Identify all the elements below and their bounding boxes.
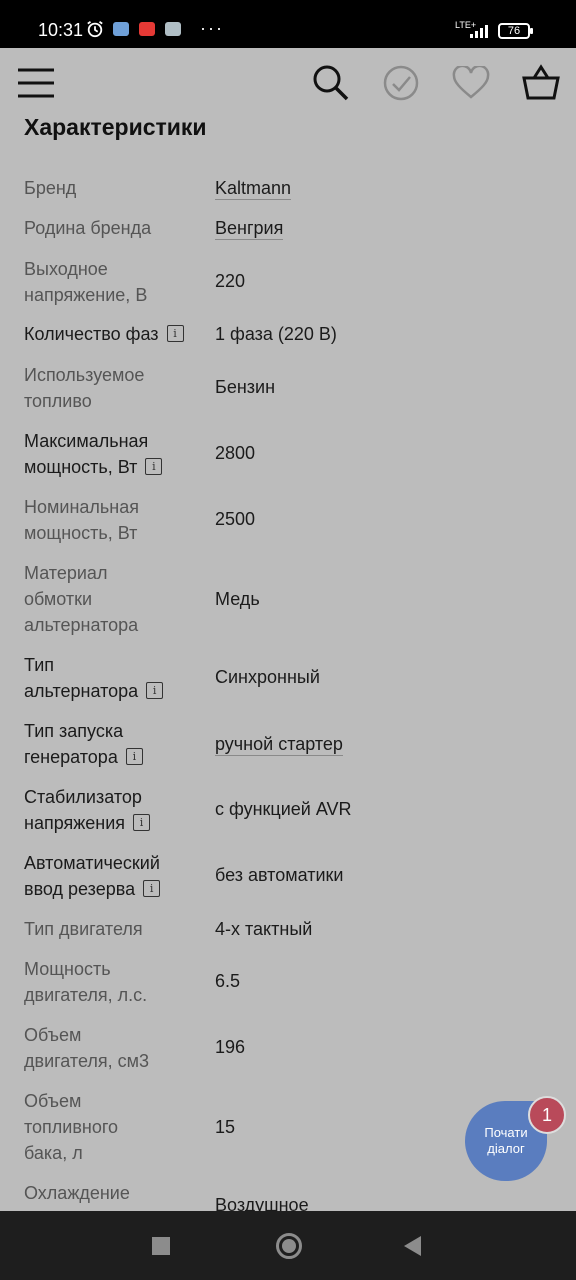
spec-value-link[interactable]: ручной стартер	[215, 733, 343, 756]
status-time: 10:31	[38, 20, 84, 40]
spec-label-text: генератора	[24, 747, 118, 767]
back-icon[interactable]	[404, 1236, 421, 1256]
spec-value: 4-х тактный	[215, 919, 313, 939]
spec-label: Используемое топливо	[24, 362, 202, 414]
spec-label-text: двигателя, л.с.	[24, 985, 148, 1005]
spec-label: Объем топливного бака, л	[24, 1088, 202, 1166]
spec-value: 1 фаза (220 В)	[215, 324, 337, 344]
spec-label: Тип двигателя	[24, 916, 202, 942]
info-icon[interactable]: i	[125, 747, 143, 765]
search-icon[interactable]	[312, 64, 350, 107]
spec-value-link[interactable]: Kaltmann	[215, 177, 292, 200]
info-icon[interactable]: i	[143, 879, 161, 897]
spec-label-text: Используемое	[24, 365, 145, 385]
spec-label: Тип запуска генератора i	[24, 718, 202, 770]
compare-check-icon[interactable]	[382, 64, 420, 107]
spec-value: Медь	[215, 589, 260, 609]
spec-label-text: Мощность	[24, 959, 111, 979]
spec-label-text: Охлаждение	[24, 1183, 130, 1203]
spec-value: 196	[215, 1037, 246, 1057]
spec-label: Максимальная мощность, Вт i	[24, 428, 202, 480]
spec-label-text: Выходное	[24, 259, 108, 279]
spec-label-text: Бренд	[24, 178, 77, 198]
spec-label-text: напряжения	[24, 813, 126, 833]
spec-label-text: напряжение, В	[24, 285, 148, 305]
info-icon[interactable]: i	[166, 324, 184, 342]
spec-label: Номинальная мощность, Вт	[24, 494, 202, 546]
spec-label: Бренд	[24, 175, 202, 201]
calendar-icon	[164, 20, 182, 38]
chat-badge: 1	[528, 1096, 566, 1134]
youtube-icon	[138, 20, 156, 38]
info-icon[interactable]: i	[146, 681, 164, 699]
spec-value-link[interactable]: Венгрия	[215, 217, 284, 240]
spec-label-text: Объем	[24, 1025, 82, 1045]
spec-label: Мощность двигателя, л.с.	[24, 956, 202, 1008]
spec-value: 2500	[215, 509, 256, 529]
spec-value: 220	[215, 271, 246, 291]
spec-label: Охлаждение	[24, 1180, 202, 1206]
spec-label-text: Стабилизатор	[24, 787, 142, 807]
spec-value: 6.5	[215, 971, 241, 991]
spec-label-text: бака, л	[24, 1143, 83, 1163]
menu-icon[interactable]	[17, 68, 55, 103]
battery-icon: 76	[498, 23, 533, 39]
spec-label: Выходное напряжение, В	[24, 256, 202, 308]
spec-label-text: ввод резерва	[24, 879, 136, 899]
spec-label: Тип альтернатора i	[24, 652, 202, 704]
spec-value: без автоматики	[215, 865, 344, 885]
spec-label-text: мощность, Вт	[24, 457, 138, 477]
spec-label-text: Тип двигателя	[24, 919, 143, 939]
spec-label: Объем двигателя, см3	[24, 1022, 202, 1074]
basket-icon[interactable]	[522, 64, 560, 107]
signal-icon	[470, 24, 492, 43]
spec-label: Материал обмотки альтернатора	[24, 560, 202, 638]
spec-value: с функцией AVR	[215, 799, 352, 819]
chat-label-line2: діалог	[487, 1141, 525, 1156]
spec-value: Бензин	[215, 377, 276, 397]
spec-label-text: Номинальная	[24, 497, 139, 517]
chat-label-line1: Почати	[484, 1125, 528, 1140]
app-notification-icon	[112, 20, 130, 38]
spec-label: Количество фаз i	[24, 321, 202, 347]
spec-label: Автоматический ввод резерва i	[24, 850, 202, 902]
spec-label-text: Тип	[24, 655, 55, 675]
spec-label: Родина бренда	[24, 215, 202, 241]
spec-label-text: Количество фаз	[24, 324, 159, 344]
spec-label-text: топливного	[24, 1117, 119, 1137]
spec-label: Стабилизатор напряжения i	[24, 784, 202, 836]
alarm-icon	[86, 20, 104, 38]
info-icon[interactable]: i	[145, 457, 163, 475]
spec-label-text: Тип запуска	[24, 721, 124, 741]
heart-icon[interactable]	[452, 64, 490, 105]
spec-label-text: мощность, Вт	[24, 523, 138, 543]
spec-label-text: двигателя, см3	[24, 1051, 149, 1071]
spec-value: 2800	[215, 443, 256, 463]
home-icon[interactable]	[276, 1233, 302, 1259]
spec-label-text: Родина бренда	[24, 218, 152, 238]
spec-label-text: альтернатора	[24, 681, 139, 701]
spec-label-text: Автоматический	[24, 853, 160, 873]
spec-label-text: топливо	[24, 391, 92, 411]
more-notifications-icon: ···	[200, 18, 224, 38]
spec-label-text: Материал	[24, 563, 108, 583]
notification-icons	[86, 20, 182, 38]
spec-label-text: обмотки	[24, 589, 93, 609]
spec-label-text: Объем	[24, 1091, 82, 1111]
spec-label-text: Максимальная	[24, 431, 149, 451]
spec-value: Синхронный	[215, 667, 320, 687]
section-title: Характеристики	[24, 114, 207, 140]
spec-label-text: альтернатора	[24, 615, 139, 635]
recents-icon[interactable]	[152, 1237, 170, 1255]
spec-value: 15	[215, 1117, 236, 1137]
info-icon[interactable]: i	[133, 813, 151, 831]
app-header	[0, 48, 576, 118]
status-bar: 10:31 ··· LTE+ 76	[0, 0, 576, 48]
